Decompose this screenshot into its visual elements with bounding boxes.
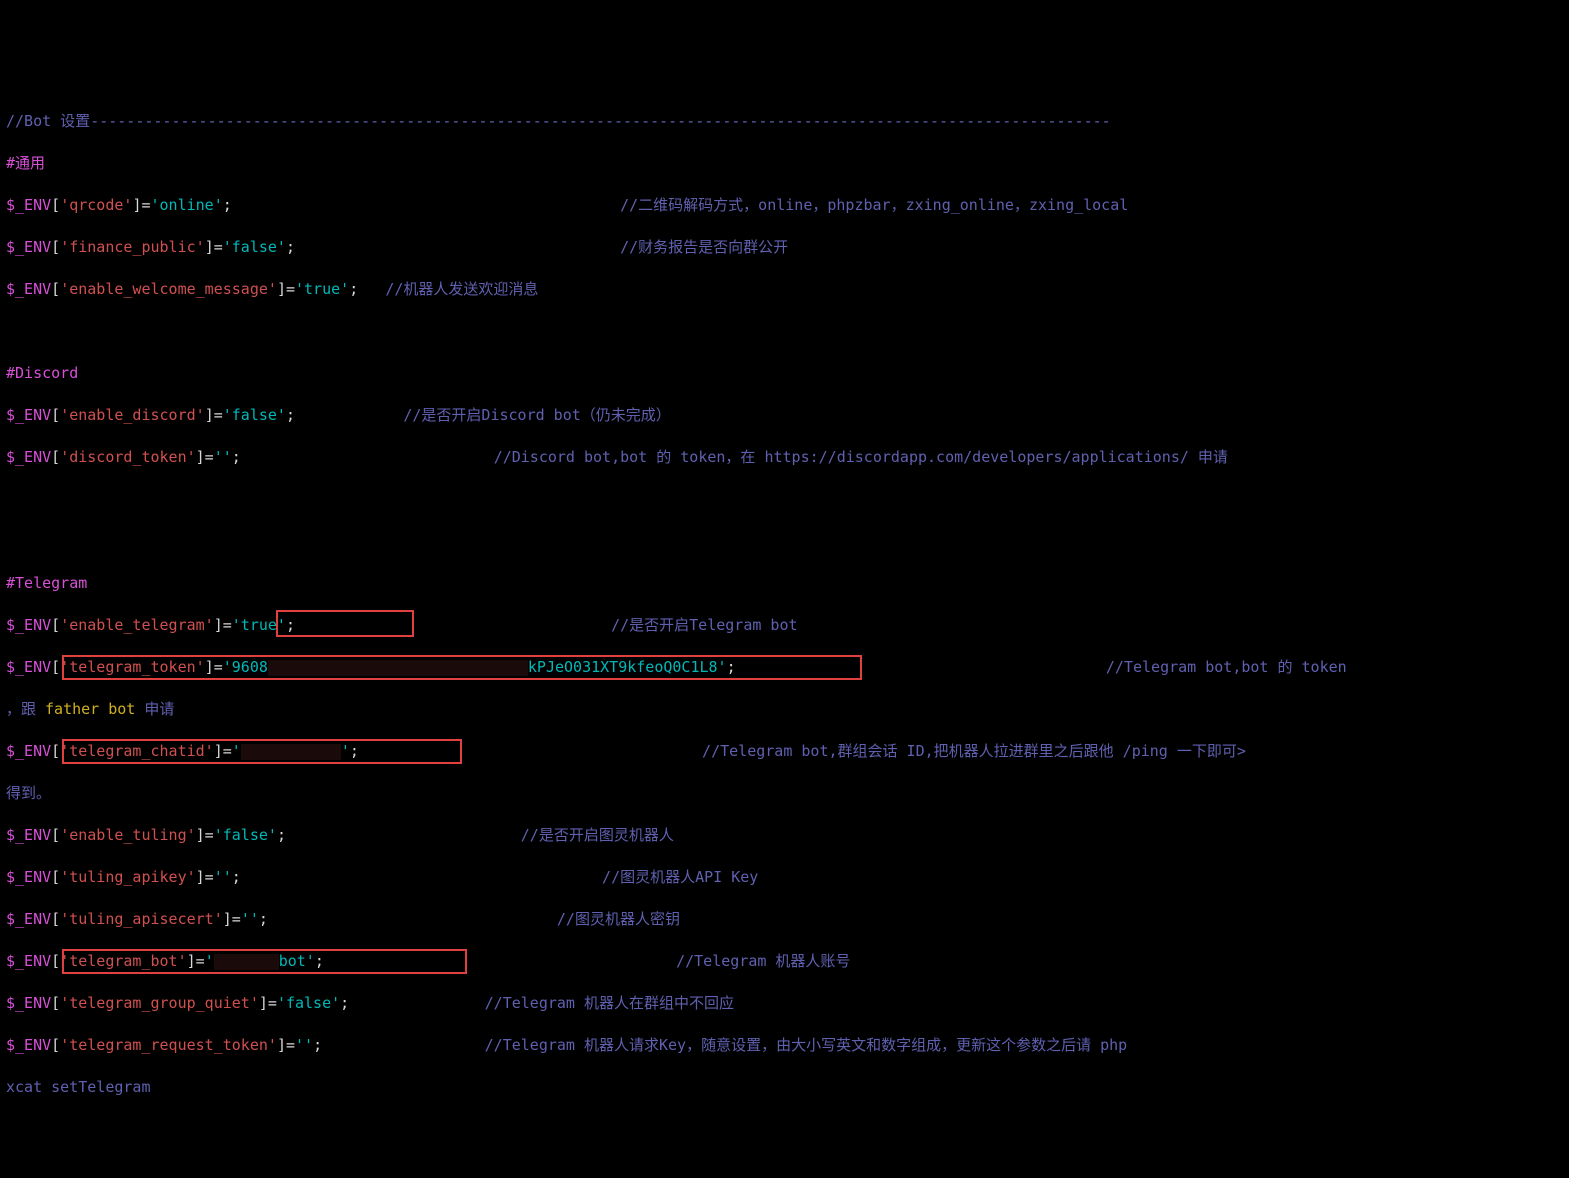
comment-discord-token: //Discord bot,bot 的 token，在 https://disc… — [494, 448, 1228, 466]
comment-finance: //财务报告是否向群公开 — [620, 238, 788, 256]
comment-enable-tuling: //是否开启图灵机器人 — [521, 826, 674, 844]
comment-telegram-chatid: //Telegram bot,群组会话 ID,把机器人拉进群里之后跟他 /pin… — [702, 742, 1246, 760]
line-tuling-apikey: $_ENV['tuling_apikey']=''; //图灵机器人API Ke… — [6, 867, 1563, 888]
line-telegram-request-token-cont: xcat setTelegram — [6, 1077, 1563, 1098]
redacted-chatid — [241, 744, 341, 760]
line-telegram-chatid: $_ENV['telegram_chatid']=''; //Telegram … — [6, 741, 1563, 762]
blank-line — [6, 531, 1563, 552]
line-telegram-token: $_ENV['telegram_token']='9608kPJeO031XT9… — [6, 657, 1563, 678]
line-welcome: $_ENV['enable_welcome_message']='true'; … — [6, 279, 1563, 300]
line-telegram-request-token: $_ENV['telegram_request_token']=''; //Te… — [6, 1035, 1563, 1056]
blank-line — [6, 489, 1563, 510]
line-tuling-apisecert: $_ENV['tuling_apisecert']=''; //图灵机器人密钥 — [6, 909, 1563, 930]
code-block: //Bot 设置--------------------------------… — [6, 90, 1563, 1119]
line-telegram-chatid-cont: 得到。 — [6, 783, 1563, 804]
line-discord-token: $_ENV['discord_token']=''; //Discord bot… — [6, 447, 1563, 468]
section-header: //Bot 设置--------------------------------… — [6, 111, 1563, 132]
line-telegram-group-quiet: $_ENV['telegram_group_quiet']='false'; /… — [6, 993, 1563, 1014]
line-telegram-bot: $_ENV['telegram_bot']='bot'; //Telegram … — [6, 951, 1563, 972]
section-general: #通用 — [6, 153, 1563, 174]
comment-telegram-group-quiet: //Telegram 机器人在群组中不回应 — [485, 994, 734, 1012]
redacted-botname — [214, 954, 279, 970]
header-dashes: ----------------------------------------… — [90, 112, 1110, 130]
comment-telegram-bot: //Telegram 机器人账号 — [676, 952, 850, 970]
comment-enable-telegram: //是否开启Telegram bot — [611, 616, 797, 634]
comment-tuling-apikey: //图灵机器人API Key — [602, 868, 758, 886]
comment-telegram-request-token: //Telegram 机器人请求Key，随意设置，由大小写英文和数字组成，更新这… — [485, 1036, 1137, 1054]
line-qrcode: $_ENV['qrcode']='online'; //二维码解码方式，onli… — [6, 195, 1563, 216]
line-telegram-token-cont: ，跟 father bot 申请 — [6, 699, 1563, 720]
comment-telegram-token: //Telegram bot,bot 的 token — [1106, 658, 1347, 676]
section-telegram: #Telegram — [6, 573, 1563, 594]
line-enable-telegram: $_ENV['enable_telegram']='true'; //是否开启T… — [6, 615, 1563, 636]
header-title: //Bot 设置 — [6, 112, 90, 130]
line-enable-tuling: $_ENV['enable_tuling']='false'; //是否开启图灵… — [6, 825, 1563, 846]
comment-tuling-apisecert: //图灵机器人密钥 — [557, 910, 680, 928]
father-bot-link: father bot — [45, 700, 135, 718]
comment-enable-discord: //是否开启Discord bot（仍未完成） — [403, 406, 670, 424]
blank-line — [6, 321, 1563, 342]
line-enable-discord: $_ENV['enable_discord']='false'; //是否开启D… — [6, 405, 1563, 426]
section-discord: #Discord — [6, 363, 1563, 384]
comment-qrcode: //二维码解码方式，online，phpzbar，zxing_online，zx… — [620, 196, 1128, 214]
comment-welcome: //机器人发送欢迎消息 — [385, 280, 538, 298]
redacted-token — [268, 660, 528, 676]
line-finance-public: $_ENV['finance_public']='false'; //财务报告是… — [6, 237, 1563, 258]
